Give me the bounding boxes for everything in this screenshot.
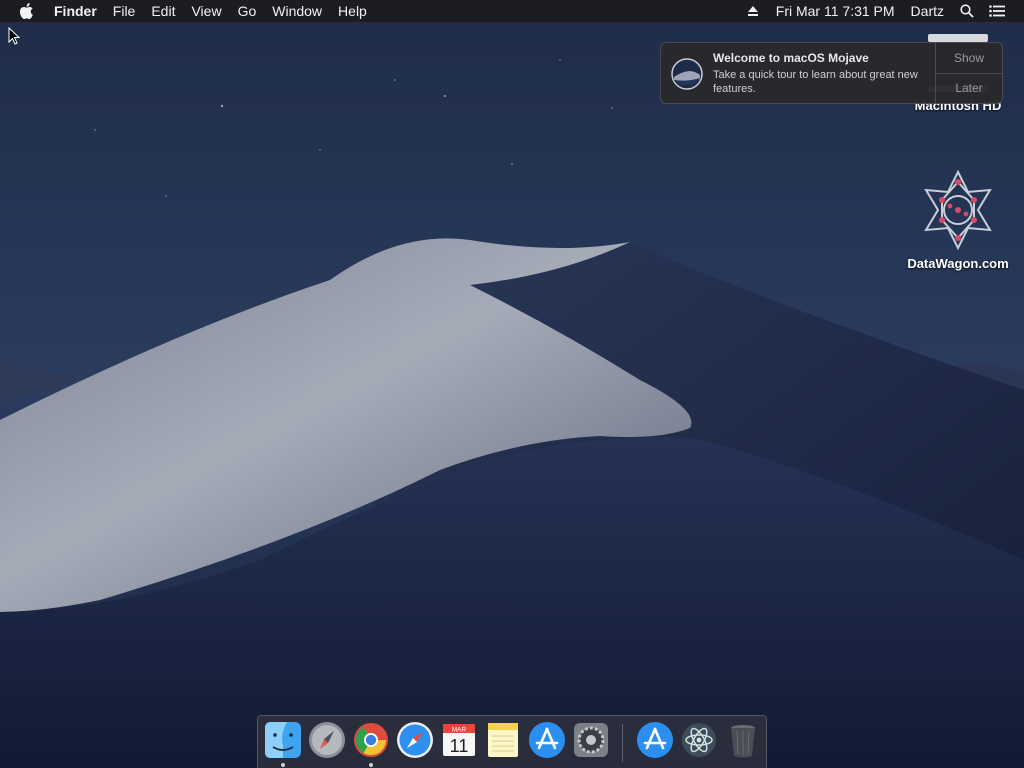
app-store-icon bbox=[529, 722, 565, 758]
calendar-month: MAR bbox=[452, 727, 467, 734]
launchpad-icon bbox=[309, 722, 345, 758]
eject-icon[interactable] bbox=[742, 0, 764, 22]
apple-icon[interactable] bbox=[16, 0, 38, 22]
notification-banner[interactable]: Welcome to macOS Mojave Take a quick tou… bbox=[660, 42, 1003, 104]
user-menu[interactable]: Dartz bbox=[903, 0, 952, 22]
chrome-icon bbox=[354, 723, 388, 757]
dock-item-calendar[interactable]: MAR 11 bbox=[440, 721, 478, 759]
menu-go[interactable]: Go bbox=[230, 0, 265, 22]
menu-bar: Finder File Edit View Go Window Help Fri… bbox=[0, 0, 1024, 22]
menu-help[interactable]: Help bbox=[330, 0, 375, 22]
menu-bar-clock[interactable]: Fri Mar 11 7:31 PM bbox=[768, 0, 903, 22]
menu-window[interactable]: Window bbox=[264, 0, 330, 22]
calendar-icon: MAR 11 bbox=[443, 724, 475, 756]
app-store-downloads-icon bbox=[637, 722, 673, 758]
dock-item-chrome[interactable] bbox=[352, 721, 390, 767]
safari-icon bbox=[397, 722, 433, 758]
macos-mojave-icon bbox=[671, 58, 703, 90]
running-indicator bbox=[281, 763, 285, 767]
desktop-icon-datawagon[interactable]: DataWagon.com bbox=[898, 168, 1018, 271]
dock-item-finder[interactable] bbox=[264, 721, 302, 767]
running-indicator bbox=[369, 763, 373, 767]
notification-center-icon[interactable] bbox=[986, 0, 1008, 22]
desktop-wallpaper bbox=[0, 0, 1024, 768]
menu-edit[interactable]: Edit bbox=[143, 0, 183, 22]
notification-title: Welcome to macOS Mojave bbox=[713, 51, 869, 65]
notes-icon bbox=[488, 723, 518, 757]
dock-item-safari[interactable] bbox=[396, 721, 434, 759]
dock-item-notes[interactable] bbox=[484, 721, 522, 759]
menu-view[interactable]: View bbox=[183, 0, 229, 22]
dock-separator bbox=[622, 724, 623, 762]
notification-later-button[interactable]: Later bbox=[936, 72, 1002, 104]
finder-icon bbox=[265, 722, 301, 758]
dock-item-app-store-downloads[interactable] bbox=[636, 721, 674, 759]
notification-show-button[interactable]: Show bbox=[936, 43, 1002, 73]
datawagon-logo-icon bbox=[924, 169, 992, 251]
dock: MAR 11 bbox=[257, 715, 767, 768]
notification-body: Take a quick tour to learn about great n… bbox=[713, 69, 918, 95]
mouse-cursor-icon bbox=[8, 27, 20, 45]
desktop-icon-label: DataWagon.com bbox=[907, 256, 1009, 271]
trash-icon bbox=[731, 725, 755, 758]
dock-item-system-preferences[interactable] bbox=[572, 721, 610, 759]
spotlight-search-icon[interactable] bbox=[956, 0, 978, 22]
calendar-day: 11 bbox=[450, 736, 469, 756]
dock-item-launchpad[interactable] bbox=[308, 721, 346, 759]
dock-item-atom[interactable] bbox=[680, 721, 718, 759]
atom-icon bbox=[682, 723, 716, 757]
menu-finder[interactable]: Finder bbox=[46, 0, 105, 22]
dock-item-app-store[interactable] bbox=[528, 721, 566, 759]
dock-item-trash[interactable] bbox=[724, 721, 762, 759]
system-preferences-icon bbox=[574, 723, 608, 757]
menu-file[interactable]: File bbox=[105, 0, 144, 22]
